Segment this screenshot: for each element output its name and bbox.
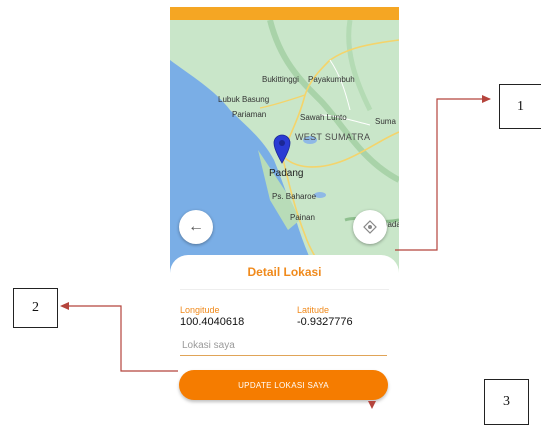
- callout-3-marker: [368, 401, 376, 409]
- callout-box-1: 1: [499, 84, 541, 129]
- callout-1-leader: [395, 98, 490, 251]
- callout-box-3: 3: [484, 379, 529, 425]
- annotation-overlay: [60, 95, 491, 409]
- callout-box-2: 2: [13, 288, 58, 328]
- callout-2-leader: [66, 305, 178, 372]
- callout-2-arrowhead: [60, 302, 69, 310]
- callout-1-arrowhead: [482, 95, 491, 103]
